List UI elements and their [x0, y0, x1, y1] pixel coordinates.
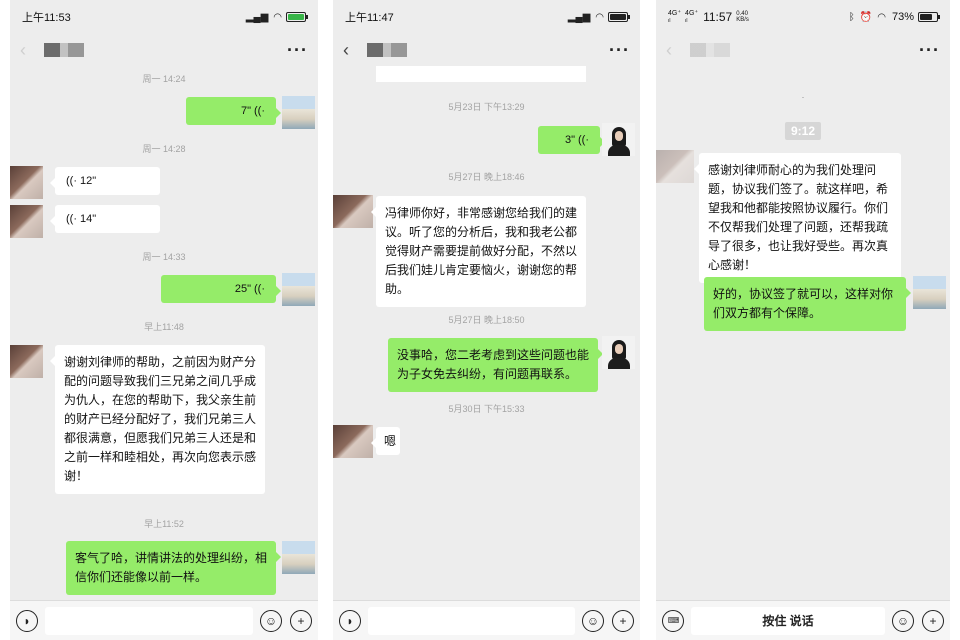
avatar-self[interactable] — [282, 96, 315, 129]
emoji-icon[interactable]: ☺ — [582, 609, 604, 632]
timestamp: 9:12 — [784, 122, 822, 140]
voice-message-in[interactable]: ((· 12" — [50, 167, 160, 195]
avatar-contact[interactable] — [333, 195, 373, 228]
voice-wave-icon: ((· — [66, 174, 77, 187]
text-message-in[interactable]: 谢谢刘律师的帮助，之前因为财产分配的问题导致我们三兄弟之间几乎成为仇人，在您的帮… — [50, 345, 265, 494]
voice-message-out[interactable]: 7" ((· — [186, 97, 281, 125]
voice-duration: 3" — [564, 133, 575, 146]
voice-wave-icon: ((· — [578, 133, 589, 146]
avatar-lawyer[interactable] — [602, 336, 635, 369]
timestamp: 周一 14:28 — [142, 144, 186, 154]
signal-icon: ▂▄▆ — [245, 11, 269, 23]
dot: · — [801, 92, 805, 102]
chat-header: ‹ ··· — [333, 34, 640, 66]
battery-icon — [286, 12, 308, 22]
chat-screen-2: 上午11:47 ▂▄▆ ◠ ‹ ··· 5月23日 下午13:29 3" ((· … — [333, 0, 640, 640]
keyboard-icon[interactable]: ⌨ — [662, 609, 684, 632]
status-bar: 上午11:53 ▂▄▆ ◠ — [10, 0, 318, 34]
more-options-button[interactable]: ··· — [919, 40, 940, 61]
voice-duration: 7" — [240, 104, 251, 117]
chat-screen-1: 上午11:53 ▂▄▆ ◠ ‹ ··· 周一 14:24 7" ((· 周一 14… — [10, 0, 318, 640]
contact-name-blurred — [44, 43, 84, 57]
voice-wave-icon: ((· — [66, 212, 77, 225]
alarm-icon: ⏰ — [859, 11, 873, 23]
voice-wave-icon: ((· — [254, 104, 265, 117]
back-button[interactable]: ‹ — [666, 40, 682, 61]
voice-wave-icon: ((· — [254, 282, 265, 295]
message-input[interactable] — [45, 606, 253, 635]
timestamp: 周一 14:24 — [142, 74, 186, 84]
status-time: 上午11:47 — [345, 12, 394, 24]
text-message-out[interactable]: 客气了哈，讲情讲法的处理纠纷，相信你们还能像以前一样。 — [66, 541, 281, 595]
status-bar: 上午11:47 ▂▄▆ ◠ — [333, 0, 640, 34]
back-button[interactable]: ‹ — [343, 40, 359, 61]
avatar-contact[interactable] — [10, 166, 43, 199]
plus-icon[interactable]: + — [922, 609, 944, 632]
voice-icon[interactable]: ◗ — [339, 609, 361, 632]
timestamp: 周一 14:33 — [142, 252, 186, 262]
voice-duration: 25" — [234, 282, 251, 295]
wifi-icon: ◠ — [877, 11, 886, 23]
wifi-icon: ◠ — [273, 11, 282, 23]
voice-message-in[interactable]: ((· 14" — [50, 205, 160, 233]
status-time: 11:57 — [703, 10, 733, 24]
timestamp: 5月30日 下午15:33 — [448, 404, 525, 414]
input-toolbar: ◗ ☺ + — [10, 600, 318, 640]
voice-message-out[interactable]: 25" ((· — [161, 275, 281, 303]
network-type: 4G⁺ ıl — [685, 9, 699, 24]
avatar-self[interactable] — [282, 273, 315, 306]
timestamp: 早上11:48 — [144, 322, 184, 332]
text-message-out[interactable]: 好的，协议签了就可以，这样对你们双方都有个保障。 — [704, 277, 911, 331]
plus-icon[interactable]: + — [612, 609, 634, 632]
emoji-icon[interactable]: ☺ — [892, 609, 914, 632]
avatar-contact[interactable] — [10, 345, 43, 378]
voice-icon[interactable]: ◗ — [16, 609, 38, 632]
status-bar: 4G⁺ ıl 4G⁺ ıl 11:57 0.40 KB/s ᛒ ⏰ ◠ 73% — [656, 0, 950, 34]
text-message-in[interactable]: 感谢刘律师耐心的为我们处理问题，协议我们签了。就这样吧，希望我和他都能按照协议履… — [694, 153, 901, 283]
contact-name-blurred — [367, 43, 407, 57]
more-options-button[interactable]: ··· — [287, 40, 308, 61]
plus-icon[interactable]: + — [290, 609, 312, 632]
avatar-self[interactable] — [282, 541, 315, 574]
signal-icon: ▂▄▆ — [567, 11, 591, 23]
network-type: 4G⁺ ıl — [668, 9, 682, 24]
bluetooth-icon: ᛒ — [848, 11, 855, 23]
avatar-self[interactable] — [913, 276, 946, 309]
battery-icon — [608, 12, 630, 22]
contact-name-blurred — [690, 43, 730, 57]
network-speed: 0.40 KB/s — [736, 11, 749, 23]
avatar-contact[interactable] — [656, 150, 694, 183]
chat-header: ‹ ··· — [656, 34, 950, 66]
timestamp: 早上11:52 — [144, 519, 184, 529]
text-message-in[interactable]: 冯律师你好，非常感谢您给我们的建议。听了您的分析后，我和我老公都觉得财产需要提前… — [371, 196, 586, 307]
chat-screen-3: 4G⁺ ıl 4G⁺ ıl 11:57 0.40 KB/s ᛒ ⏰ ◠ 73% ‹ ·… — [656, 0, 950, 640]
more-options-button[interactable]: ··· — [609, 40, 630, 61]
status-time: 上午11:53 — [22, 12, 71, 24]
text-message-out[interactable]: 没事哈，您二老考虑到这些问题也能为子女免去纠纷，有问题再联系。 — [388, 338, 603, 392]
voice-message-out[interactable]: 3" ((· — [538, 126, 605, 154]
input-toolbar: ⌨ 按住 说话 ☺ + — [656, 600, 950, 640]
emoji-icon[interactable]: ☺ — [260, 609, 282, 632]
hold-to-talk-button[interactable]: 按住 说话 — [691, 606, 885, 635]
battery-percent: 73% — [891, 11, 914, 23]
voice-duration: 14" — [80, 212, 97, 225]
timestamp: 5月27日 晚上18:50 — [448, 315, 525, 325]
battery-icon — [918, 12, 940, 22]
message-input[interactable] — [368, 606, 575, 635]
timestamp: 5月23日 下午13:29 — [448, 102, 525, 112]
input-toolbar: ◗ ☺ + — [333, 600, 640, 640]
wifi-icon: ◠ — [595, 11, 604, 23]
text-message-in[interactable]: 嗯 — [371, 427, 400, 455]
previous-message-fragment — [376, 66, 586, 82]
avatar-contact[interactable] — [333, 425, 373, 458]
avatar-contact[interactable] — [10, 205, 43, 238]
avatar-lawyer[interactable] — [602, 123, 635, 156]
back-button[interactable]: ‹ — [20, 40, 36, 61]
timestamp: 5月27日 晚上18:46 — [448, 172, 525, 182]
chat-header: ‹ ··· — [10, 34, 318, 66]
voice-duration: 12" — [80, 174, 97, 187]
